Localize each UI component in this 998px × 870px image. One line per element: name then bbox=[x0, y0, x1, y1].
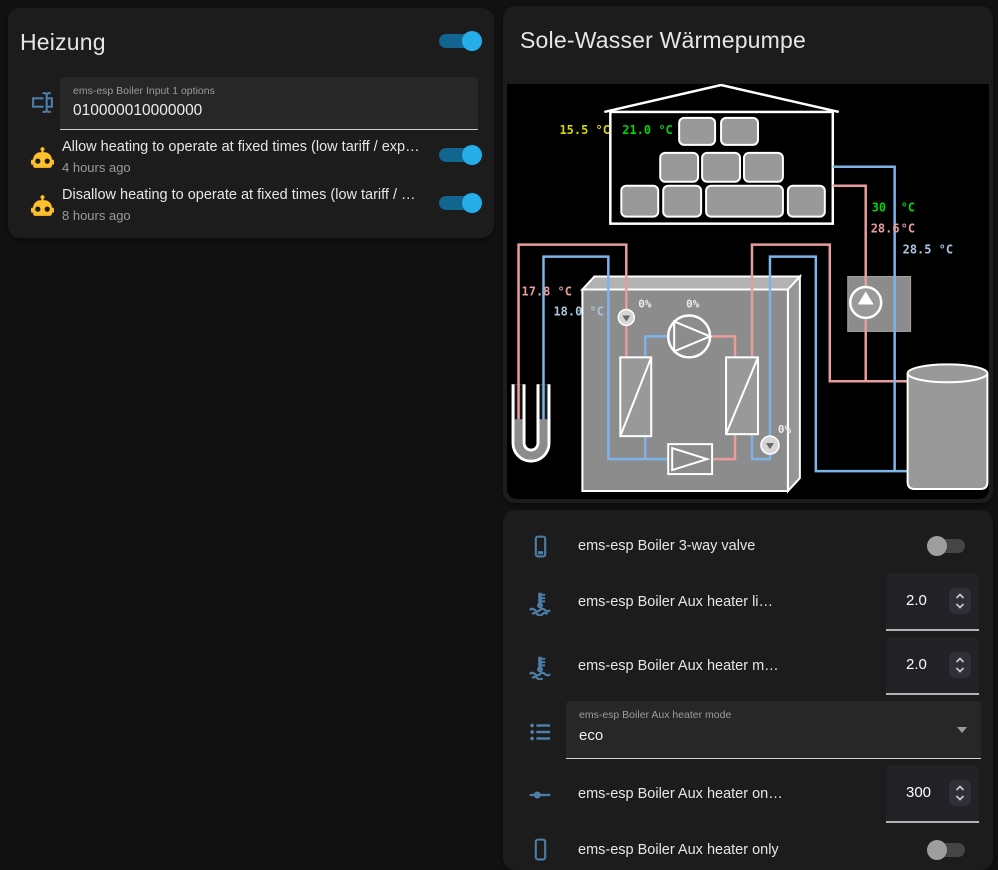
outside-temp-label: 15.5 °C bbox=[559, 123, 609, 137]
field-value: 010000010000000 bbox=[73, 102, 202, 120]
entity-aux-heater-on-label: ems-esp Boiler Aux heater on… bbox=[578, 786, 783, 802]
return-temp-value: 28.6 bbox=[871, 222, 900, 236]
heat-pump-schematic[interactable]: 15.5 °C 21.0 °C 30 °C 28.6 °C 28.5 °C 17… bbox=[507, 84, 989, 499]
automation-disallow-label[interactable]: Disallow heating to operate at fixed tim… bbox=[62, 187, 428, 203]
tank-temp-label: 28.5 °C bbox=[903, 243, 953, 257]
entity-3way-valve-toggle[interactable] bbox=[925, 536, 971, 556]
brine-out-temp-label: 18.0 °C bbox=[553, 304, 603, 318]
entity-aux-heater-on-number[interactable]: 300 bbox=[886, 765, 979, 823]
entity-aux-heater-only-label: ems-esp Boiler Aux heater only bbox=[578, 842, 779, 858]
heizung-master-toggle[interactable] bbox=[436, 31, 482, 51]
toggle-thumb bbox=[462, 193, 482, 213]
toggle-thumb bbox=[462, 31, 482, 51]
entity-aux-heater-li-number[interactable]: 2.0 bbox=[886, 573, 979, 631]
compressor bbox=[668, 315, 710, 357]
number-stepper[interactable] bbox=[949, 652, 971, 678]
automation-allow-toggle[interactable] bbox=[436, 145, 482, 165]
entity-aux-heater-m-number[interactable]: 2.0 bbox=[886, 637, 979, 695]
stepper-chevrons-icon bbox=[949, 588, 971, 614]
format-list-icon bbox=[527, 719, 552, 744]
stepper-chevrons-icon bbox=[949, 780, 971, 806]
heizung-card: Heizung ems-esp Boiler Input 1 options 0… bbox=[8, 8, 494, 238]
schematic-svg: 15.5 °C 21.0 °C 30 °C 28.6 °C 28.5 °C 17… bbox=[507, 84, 989, 499]
automation-disallow-time: 8 hours ago bbox=[62, 208, 131, 223]
entity-aux-heater-only-toggle[interactable] bbox=[925, 840, 971, 860]
heizung-card-title: Heizung bbox=[20, 29, 106, 56]
boiler-input1-options-field[interactable]: ems-esp Boiler Input 1 options 010000010… bbox=[60, 77, 478, 130]
toggle-thumb bbox=[462, 145, 482, 165]
brine-in-temp-label: 17.8 °C bbox=[522, 284, 572, 298]
brine-pump-percent: 0% bbox=[638, 297, 652, 310]
charge-pump bbox=[761, 436, 779, 454]
house bbox=[604, 85, 838, 224]
number-stepper[interactable] bbox=[949, 588, 971, 614]
number-stepper[interactable] bbox=[949, 780, 971, 806]
water-boiler-icon bbox=[528, 837, 553, 862]
heat-pump-card: Sole-Wasser Wärmepumpe bbox=[503, 6, 993, 503]
robot-icon bbox=[30, 145, 55, 170]
water-boiler-icon bbox=[528, 534, 553, 559]
thermometer-water-icon bbox=[527, 654, 552, 679]
number-value: 300 bbox=[906, 765, 931, 821]
boiler-entities-card: ems-esp Boiler 3-way valve ems-esp Boile… bbox=[503, 510, 993, 870]
brine-pump bbox=[618, 309, 634, 325]
buffer-tank bbox=[908, 364, 988, 489]
number-value: 2.0 bbox=[906, 573, 927, 629]
thermometer-water-icon bbox=[527, 590, 552, 615]
supply-temp-value: 30 bbox=[872, 201, 886, 215]
return-temp-unit: °C bbox=[901, 222, 915, 236]
automation-allow-label[interactable]: Allow heating to operate at fixed times … bbox=[62, 139, 428, 155]
compressor-percent: 0% bbox=[686, 297, 700, 310]
stepper-chevrons-icon bbox=[949, 652, 971, 678]
evaporator bbox=[620, 357, 651, 436]
inside-temp-label: 21.0 °C bbox=[622, 123, 672, 137]
expansion-valve bbox=[668, 444, 712, 474]
robot-icon bbox=[30, 193, 55, 218]
automation-disallow-toggle[interactable] bbox=[436, 193, 482, 213]
select-label: ems-esp Boiler Aux heater mode bbox=[579, 709, 731, 721]
entity-3way-valve-label: ems-esp Boiler 3-way valve bbox=[578, 538, 755, 554]
chevron-down-icon bbox=[957, 727, 967, 733]
charge-pump-percent: 0% bbox=[778, 423, 792, 436]
toggle-thumb bbox=[927, 840, 947, 860]
automation-allow-time: 4 hours ago bbox=[62, 160, 131, 175]
entity-aux-heater-mode-select[interactable]: ems-esp Boiler Aux heater mode eco bbox=[566, 701, 981, 759]
heat-pump-card-title: Sole-Wasser Wärmepumpe bbox=[520, 27, 806, 54]
circulation-pump bbox=[850, 287, 881, 318]
form-textbox-icon bbox=[30, 90, 55, 115]
select-value: eco bbox=[579, 727, 603, 744]
entity-aux-heater-li-label: ems-esp Boiler Aux heater li… bbox=[578, 594, 773, 610]
toggle-thumb bbox=[927, 536, 947, 556]
field-label: ems-esp Boiler Input 1 options bbox=[73, 85, 215, 97]
number-value: 2.0 bbox=[906, 637, 927, 693]
entity-aux-heater-m-label: ems-esp Boiler Aux heater m… bbox=[578, 658, 779, 674]
condenser bbox=[726, 357, 758, 434]
ray-vertex-icon bbox=[527, 782, 552, 807]
supply-temp-unit: °C bbox=[901, 201, 915, 215]
